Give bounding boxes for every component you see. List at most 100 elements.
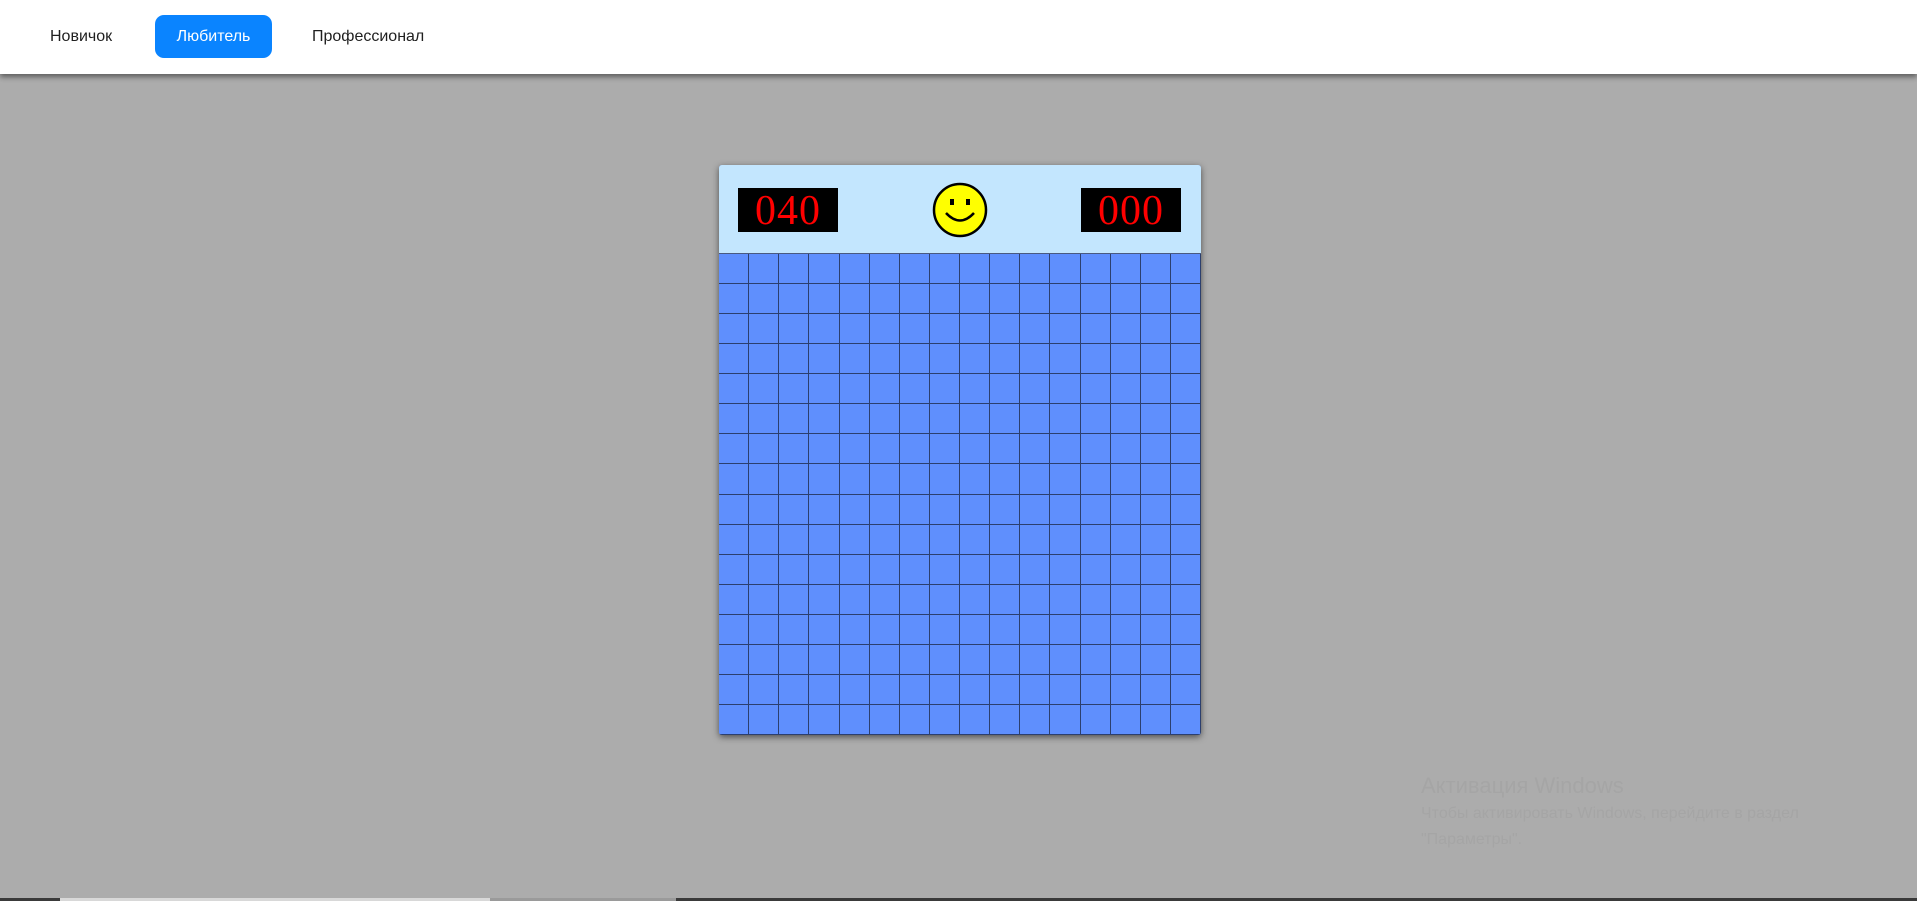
mine-cell[interactable]: [749, 674, 780, 705]
mine-cell[interactable]: [960, 674, 991, 705]
mine-cell[interactable]: [1170, 344, 1201, 375]
mine-cell[interactable]: [1140, 704, 1171, 735]
mine-cell[interactable]: [1080, 644, 1111, 675]
mine-cell[interactable]: [869, 704, 900, 735]
mode-expert-button[interactable]: Профессионал: [292, 15, 444, 58]
mine-cell[interactable]: [1170, 314, 1201, 345]
mine-cell[interactable]: [1140, 284, 1171, 315]
mine-cell[interactable]: [719, 404, 750, 435]
mine-cell[interactable]: [839, 434, 870, 465]
mine-cell[interactable]: [990, 374, 1021, 405]
mine-cell[interactable]: [960, 584, 991, 615]
mine-cell[interactable]: [1080, 404, 1111, 435]
mine-cell[interactable]: [869, 494, 900, 525]
mine-cell[interactable]: [1020, 614, 1051, 645]
mine-cell[interactable]: [1170, 284, 1201, 315]
mine-cell[interactable]: [869, 644, 900, 675]
mine-cell[interactable]: [749, 344, 780, 375]
mine-cell[interactable]: [960, 434, 991, 465]
mine-cell[interactable]: [929, 644, 960, 675]
mode-intermediate-button[interactable]: Любитель: [155, 15, 272, 58]
mine-cell[interactable]: [1170, 674, 1201, 705]
mine-cell[interactable]: [809, 464, 840, 495]
mine-cell[interactable]: [779, 344, 810, 375]
mine-cell[interactable]: [809, 614, 840, 645]
mine-cell[interactable]: [719, 554, 750, 585]
mine-cell[interactable]: [1080, 704, 1111, 735]
mine-cell[interactable]: [1140, 344, 1171, 375]
mine-cell[interactable]: [990, 284, 1021, 315]
mine-cell[interactable]: [779, 374, 810, 405]
mine-cell[interactable]: [1140, 524, 1171, 555]
mine-cell[interactable]: [809, 434, 840, 465]
mine-cell[interactable]: [719, 524, 750, 555]
mine-cell[interactable]: [719, 284, 750, 315]
mine-cell[interactable]: [719, 614, 750, 645]
mine-cell[interactable]: [869, 584, 900, 615]
mine-cell[interactable]: [839, 554, 870, 585]
mine-cell[interactable]: [749, 254, 780, 285]
mine-cell[interactable]: [809, 344, 840, 375]
mine-cell[interactable]: [1050, 674, 1081, 705]
mine-cell[interactable]: [779, 554, 810, 585]
mine-cell[interactable]: [1020, 284, 1051, 315]
mine-cell[interactable]: [839, 644, 870, 675]
mine-cell[interactable]: [960, 314, 991, 345]
mine-cell[interactable]: [990, 404, 1021, 435]
mine-cell[interactable]: [899, 314, 930, 345]
mine-cell[interactable]: [929, 494, 960, 525]
mine-cell[interactable]: [719, 314, 750, 345]
mine-cell[interactable]: [809, 254, 840, 285]
mine-cell[interactable]: [929, 584, 960, 615]
mine-cell[interactable]: [1170, 524, 1201, 555]
mine-cell[interactable]: [839, 374, 870, 405]
mine-cell[interactable]: [1050, 464, 1081, 495]
mine-cell[interactable]: [1050, 434, 1081, 465]
mine-cell[interactable]: [749, 614, 780, 645]
mine-cell[interactable]: [869, 344, 900, 375]
mine-cell[interactable]: [749, 434, 780, 465]
mine-cell[interactable]: [1020, 464, 1051, 495]
mine-cell[interactable]: [1020, 644, 1051, 675]
mine-cell[interactable]: [899, 374, 930, 405]
mine-cell[interactable]: [1170, 644, 1201, 675]
mine-cell[interactable]: [1050, 404, 1081, 435]
mine-cell[interactable]: [960, 614, 991, 645]
mine-cell[interactable]: [779, 584, 810, 615]
mine-cell[interactable]: [1050, 704, 1081, 735]
mine-cell[interactable]: [869, 674, 900, 705]
mine-cell[interactable]: [1110, 344, 1141, 375]
mine-cell[interactable]: [990, 494, 1021, 525]
mine-cell[interactable]: [1080, 284, 1111, 315]
mine-cell[interactable]: [1020, 674, 1051, 705]
mine-cell[interactable]: [809, 524, 840, 555]
mine-cell[interactable]: [1170, 704, 1201, 735]
mine-cell[interactable]: [779, 464, 810, 495]
mine-cell[interactable]: [839, 614, 870, 645]
mine-cell[interactable]: [899, 584, 930, 615]
mine-cell[interactable]: [960, 524, 991, 555]
mine-cell[interactable]: [1050, 644, 1081, 675]
mine-cell[interactable]: [1140, 314, 1171, 345]
mine-cell[interactable]: [1080, 494, 1111, 525]
mine-cell[interactable]: [990, 434, 1021, 465]
mine-cell[interactable]: [809, 554, 840, 585]
mine-cell[interactable]: [990, 314, 1021, 345]
mine-cell[interactable]: [929, 554, 960, 585]
mine-cell[interactable]: [719, 584, 750, 615]
mine-cell[interactable]: [839, 524, 870, 555]
mine-cell[interactable]: [779, 284, 810, 315]
mine-cell[interactable]: [749, 464, 780, 495]
mine-cell[interactable]: [1050, 284, 1081, 315]
mine-cell[interactable]: [749, 554, 780, 585]
mine-cell[interactable]: [869, 524, 900, 555]
mine-cell[interactable]: [749, 374, 780, 405]
mine-cell[interactable]: [899, 674, 930, 705]
mine-cell[interactable]: [1020, 704, 1051, 735]
smiley-face-icon[interactable]: [932, 182, 988, 238]
mine-cell[interactable]: [869, 434, 900, 465]
mine-cell[interactable]: [1050, 314, 1081, 345]
mine-cell[interactable]: [990, 554, 1021, 585]
mine-cell[interactable]: [1140, 614, 1171, 645]
mine-cell[interactable]: [839, 344, 870, 375]
